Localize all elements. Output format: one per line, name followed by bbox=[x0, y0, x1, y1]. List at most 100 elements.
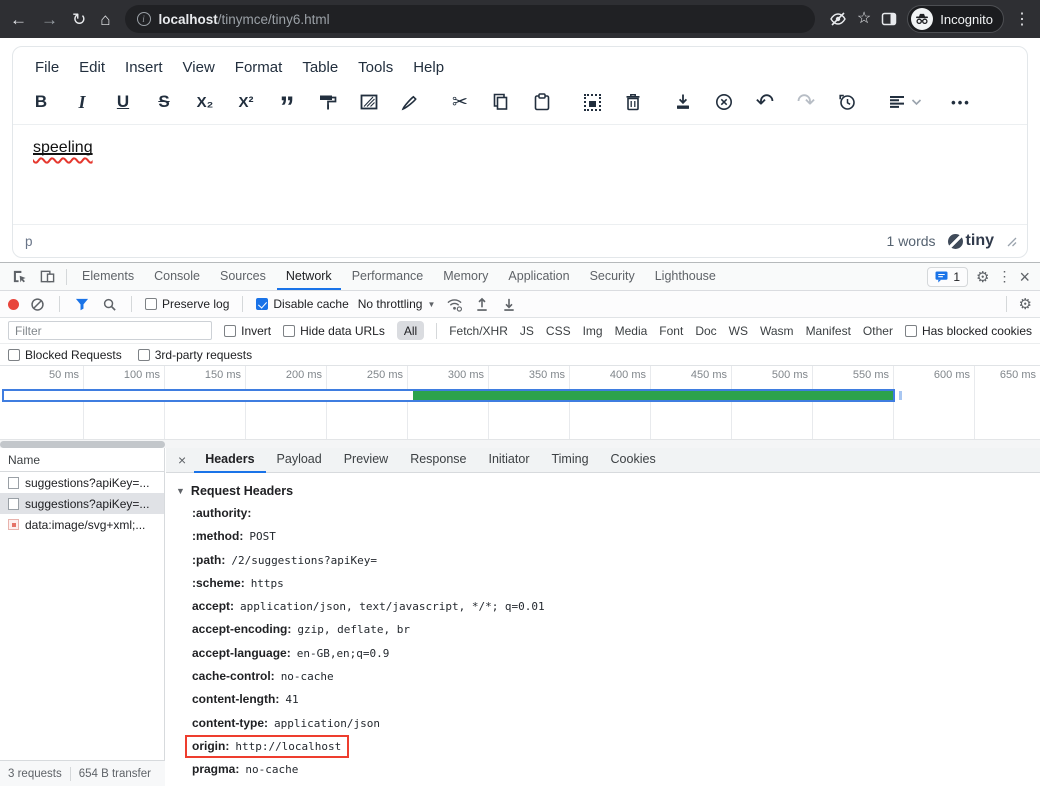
permanent-pen-icon[interactable] bbox=[398, 90, 422, 114]
filter-type-js[interactable]: JS bbox=[520, 324, 534, 338]
clear-network-log-icon[interactable] bbox=[28, 292, 46, 316]
menu-edit[interactable]: Edit bbox=[79, 59, 105, 76]
preserve-log-checkbox[interactable]: Preserve log bbox=[145, 297, 229, 311]
export-icon[interactable] bbox=[671, 90, 695, 114]
filter-type-img[interactable]: Img bbox=[583, 324, 603, 338]
device-toolbar-icon[interactable] bbox=[34, 265, 60, 289]
tab-application[interactable]: Application bbox=[499, 263, 578, 290]
devtools-settings-icon[interactable]: ⚙ bbox=[976, 268, 989, 286]
format-painter-icon[interactable] bbox=[316, 90, 340, 114]
blockquote-icon[interactable]: ” bbox=[275, 90, 299, 114]
filter-type-ws[interactable]: WS bbox=[729, 324, 748, 338]
cell-background-icon[interactable] bbox=[357, 90, 381, 114]
word-count[interactable]: 1 words bbox=[887, 233, 936, 249]
tab-security[interactable]: Security bbox=[581, 263, 644, 290]
filter-funnel-icon[interactable] bbox=[73, 292, 91, 316]
tiny-logo[interactable]: tiny bbox=[948, 232, 994, 250]
subscript-icon[interactable]: X₂ bbox=[193, 90, 217, 114]
tab-memory[interactable]: Memory bbox=[434, 263, 497, 290]
tab-payload[interactable]: Payload bbox=[266, 448, 333, 473]
search-network-icon[interactable] bbox=[100, 292, 118, 316]
import-har-icon[interactable] bbox=[473, 292, 491, 316]
site-info-icon[interactable]: i bbox=[137, 12, 151, 26]
align-left-icon[interactable] bbox=[885, 90, 923, 114]
eye-blocked-icon[interactable] bbox=[829, 10, 847, 28]
blocked-requests-checkbox[interactable]: Blocked Requests bbox=[8, 348, 122, 362]
tab-sources[interactable]: Sources bbox=[211, 263, 275, 290]
italic-icon[interactable]: I bbox=[70, 90, 94, 114]
copy-icon[interactable] bbox=[489, 90, 513, 114]
side-panel-icon[interactable] bbox=[881, 11, 897, 27]
devtools-close-icon[interactable]: × bbox=[1019, 268, 1030, 286]
request-headers-section[interactable]: ▼ Request Headers bbox=[174, 481, 1040, 502]
bold-icon[interactable]: B bbox=[29, 90, 53, 114]
restore-draft-icon[interactable] bbox=[835, 90, 859, 114]
tab-performance[interactable]: Performance bbox=[343, 263, 433, 290]
filter-type-manifest[interactable]: Manifest bbox=[806, 324, 851, 338]
menu-tools[interactable]: Tools bbox=[358, 59, 393, 76]
horizontal-scrollbar-thumb[interactable] bbox=[0, 441, 165, 448]
devtools-kebab-icon[interactable]: ⋮ bbox=[997, 268, 1011, 285]
home-icon[interactable]: ⌂ bbox=[100, 11, 110, 28]
element-path[interactable]: p bbox=[25, 234, 33, 249]
cut-icon[interactable]: ✂ bbox=[448, 90, 472, 114]
filter-type-fetch-xhr[interactable]: Fetch/XHR bbox=[449, 324, 508, 338]
export-har-icon[interactable] bbox=[500, 292, 518, 316]
forward-icon[interactable]: → bbox=[41, 11, 58, 28]
request-row[interactable]: data:image/svg+xml;... bbox=[0, 514, 164, 535]
filter-type-other[interactable]: Other bbox=[863, 324, 893, 338]
tab-lighthouse[interactable]: Lighthouse bbox=[646, 263, 725, 290]
invert-checkbox[interactable]: Invert bbox=[224, 324, 271, 338]
network-overview[interactable]: 50 ms 100 ms 150 ms 200 ms 250 ms 300 ms… bbox=[0, 366, 1040, 448]
underline-icon[interactable]: U bbox=[111, 90, 135, 114]
more-toolbar-icon[interactable]: ••• bbox=[949, 90, 973, 114]
back-icon[interactable]: ← bbox=[10, 11, 27, 28]
incognito-badge[interactable]: Incognito bbox=[907, 5, 1004, 33]
network-settings-icon[interactable]: ⚙ bbox=[1019, 295, 1032, 313]
resize-handle-icon[interactable] bbox=[1006, 236, 1017, 247]
redo-icon[interactable]: ↷ bbox=[794, 90, 818, 114]
request-row-selected[interactable]: suggestions?apiKey=... bbox=[0, 493, 164, 514]
tab-cookies[interactable]: Cookies bbox=[600, 448, 667, 473]
throttling-dropdown[interactable]: No throttling ▼ bbox=[358, 297, 436, 311]
overview-request-bar[interactable] bbox=[2, 389, 895, 402]
paste-icon[interactable] bbox=[530, 90, 554, 114]
network-conditions-icon[interactable] bbox=[444, 292, 464, 316]
undo-icon[interactable]: ↶ bbox=[753, 90, 777, 114]
select-all-icon[interactable] bbox=[580, 90, 604, 114]
address-bar[interactable]: i localhost/tinymce/tiny6.html bbox=[125, 5, 815, 33]
menu-help[interactable]: Help bbox=[413, 59, 444, 76]
delete-icon[interactable] bbox=[621, 90, 645, 114]
tab-response[interactable]: Response bbox=[399, 448, 477, 473]
tab-initiator[interactable]: Initiator bbox=[477, 448, 540, 473]
menu-table[interactable]: Table bbox=[302, 59, 338, 76]
tab-timing[interactable]: Timing bbox=[540, 448, 599, 473]
menu-view[interactable]: View bbox=[183, 59, 215, 76]
reload-icon[interactable]: ↻ bbox=[72, 11, 86, 28]
filter-type-doc[interactable]: Doc bbox=[695, 324, 716, 338]
tab-headers[interactable]: Headers bbox=[194, 448, 265, 473]
name-column-header[interactable]: Name bbox=[0, 448, 164, 472]
tab-preview[interactable]: Preview bbox=[333, 448, 399, 473]
filter-type-all[interactable]: All bbox=[397, 321, 424, 340]
inspect-element-icon[interactable] bbox=[6, 265, 32, 289]
strikethrough-icon[interactable]: S bbox=[152, 90, 176, 114]
menu-format[interactable]: Format bbox=[235, 59, 283, 76]
menu-insert[interactable]: Insert bbox=[125, 59, 163, 76]
tab-network[interactable]: Network bbox=[277, 263, 341, 290]
disable-cache-checkbox[interactable]: Disable cache bbox=[256, 297, 348, 311]
star-icon[interactable]: ☆ bbox=[857, 11, 871, 27]
filter-type-wasm[interactable]: Wasm bbox=[760, 324, 794, 338]
menu-file[interactable]: File bbox=[35, 59, 59, 76]
editor-content[interactable]: speeling bbox=[13, 124, 1027, 224]
third-party-requests-checkbox[interactable]: 3rd-party requests bbox=[138, 348, 252, 362]
request-row[interactable]: suggestions?apiKey=... bbox=[0, 472, 164, 493]
kebab-menu-icon[interactable]: ⋮ bbox=[1014, 9, 1030, 29]
tab-elements[interactable]: Elements bbox=[73, 263, 143, 290]
misspelled-word[interactable]: speeling bbox=[33, 139, 93, 156]
cancel-icon[interactable] bbox=[712, 90, 736, 114]
superscript-icon[interactable]: X² bbox=[234, 90, 258, 114]
filter-input[interactable] bbox=[8, 321, 212, 340]
hide-data-urls-checkbox[interactable]: Hide data URLs bbox=[283, 324, 385, 338]
record-network-log-icon[interactable] bbox=[8, 299, 19, 310]
